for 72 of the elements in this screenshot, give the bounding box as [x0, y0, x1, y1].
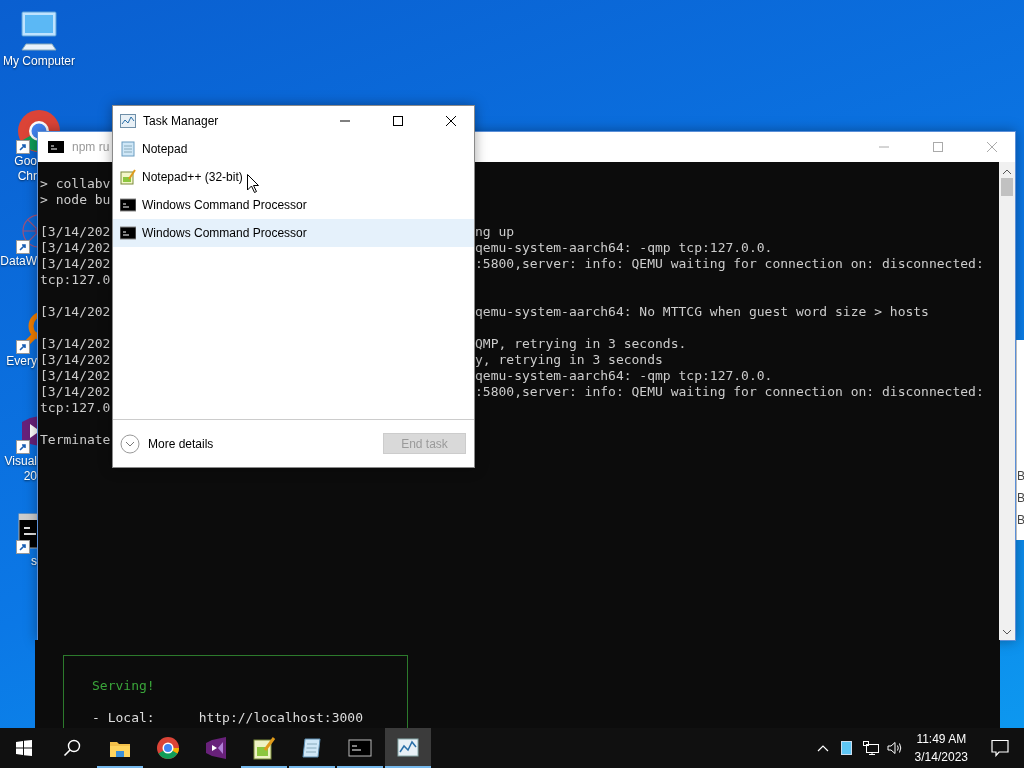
app-list-item[interactable]: Windows Command Processor [113, 191, 474, 219]
local-label: - Local: [92, 710, 155, 726]
scrollbar[interactable] [999, 162, 1015, 640]
console-text: [3/14/202 [40, 304, 112, 320]
console-text: qemu-system-aarch64: -qmp tcp:127.0.0. [475, 240, 773, 256]
window-title: Task Manager [143, 112, 219, 130]
app-list-item[interactable]: Notepad [113, 135, 474, 163]
scrollbar-thumb[interactable] [1001, 178, 1013, 196]
desktop-icon-label[interactable]: My Computer [3, 54, 75, 69]
console-text: :5800,server: info: QEMU waiting for connection on: disconnected: [475, 384, 984, 400]
scroll-up-icon [1002, 168, 1012, 176]
chevron-up-icon [816, 744, 829, 752]
notepad-pencil-icon [252, 736, 276, 760]
speaker-icon [886, 741, 903, 755]
close-icon [446, 115, 456, 126]
window-text: B [1017, 490, 1024, 506]
visual-studio-icon [204, 736, 228, 760]
window-text: B [1017, 512, 1024, 528]
window-icon [841, 741, 853, 755]
desktop-icon-label[interactable]: DataW [0, 254, 37, 269]
console-text: tcp:127.0 [40, 272, 112, 288]
network-icon [862, 741, 879, 755]
maximize-icon [393, 115, 403, 126]
command-prompt-icon [48, 141, 64, 153]
serving-text: Serving! [92, 678, 156, 694]
console-text: y, retrying in 3 seconds [475, 352, 663, 368]
task-manager-icon [396, 736, 420, 760]
search-icon [63, 739, 81, 757]
more-details-button[interactable]: More details [120, 433, 214, 454]
console-text: [3/14/202 [40, 224, 112, 240]
desktop-icon-label[interactable]: Visual [0, 454, 37, 469]
clock[interactable]: 11:49 AM 3/14/2023 [906, 730, 976, 766]
local-url: http://localhost:3000 [198, 710, 363, 726]
console-text: > node bu [40, 192, 112, 208]
console-text: > collabv [40, 176, 112, 192]
console-text: [3/14/202 [40, 336, 112, 352]
desktop-icon-label[interactable]: Chr [0, 169, 37, 184]
console-text: QMP, retrying in 3 seconds. [475, 336, 687, 352]
console-text: [3/14/202 [40, 352, 112, 368]
windows-logo-icon [16, 740, 32, 756]
chrome-icon [156, 736, 180, 760]
console-text: qemu-system-aarch64: No MTTCG when guest word size > hosts [475, 304, 929, 320]
console-text: [3/14/202 [40, 384, 112, 400]
console-text: :5800,server: info: QEMU waiting for connection on: disconnected: [475, 256, 984, 272]
command-prompt-icon [348, 736, 372, 760]
app-list-item[interactable]: Windows Command Processor [113, 219, 474, 247]
desktop-icon-label[interactable]: Every [0, 354, 37, 369]
window-text: B [1017, 468, 1024, 484]
window-title: npm ru [72, 139, 110, 156]
console-text: [3/14/202 [40, 256, 112, 272]
desktop-icon-label[interactable]: 20 [0, 469, 37, 484]
console-text: [3/14/202 [40, 240, 112, 256]
mouse-cursor-icon [247, 174, 259, 193]
scroll-down-icon [1002, 628, 1012, 636]
console-text: tcp:127.0 [40, 400, 112, 416]
message-icon [991, 739, 1009, 757]
notepad-pencil-icon [120, 169, 136, 185]
close-icon [987, 142, 997, 152]
desktop-icon-label[interactable]: s [0, 554, 37, 569]
console-text: [3/14/202 [40, 368, 112, 384]
console-text: ng up [475, 224, 515, 240]
maximize-icon [933, 142, 943, 152]
notepad-icon [300, 736, 324, 760]
command-prompt-icon [120, 197, 136, 213]
chevron-down-icon [120, 433, 140, 454]
notepad-icon [120, 141, 136, 157]
task-manager-icon [120, 113, 136, 128]
taskbar-app-button[interactable] [385, 728, 431, 768]
console-text: Terminate [40, 432, 112, 448]
console-text: qemu-system-aarch64: -qmp tcp:127.0.0. [475, 368, 773, 384]
desktop-icon-label[interactable]: Goo [0, 154, 37, 169]
command-prompt-icon [120, 225, 136, 241]
